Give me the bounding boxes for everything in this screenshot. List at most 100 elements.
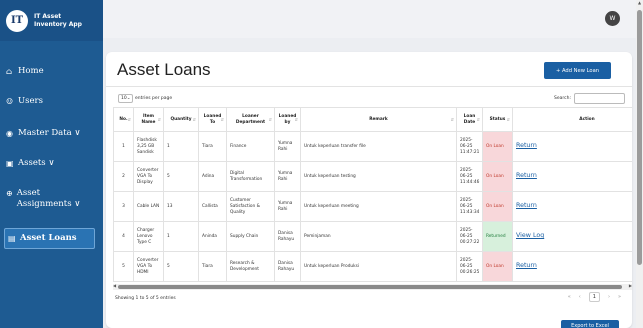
cell-action: Return	[512, 131, 632, 162]
cell-loaned-to: Tiara	[198, 131, 227, 162]
scrollbar-thumb[interactable]	[118, 285, 622, 289]
app-logo: IT	[6, 9, 28, 32]
sidebar-item-label: Home	[18, 66, 44, 76]
home-icon: ⌂	[6, 67, 13, 76]
cell-item-name: Converter VGA To HDMI	[133, 251, 164, 282]
cell-loan-date: 2025-06-25 00:26:25	[456, 251, 483, 282]
table-row: 3 Cable LAN 13 Callista Customer Satisfa…	[113, 191, 632, 222]
cell-item-name: Cable LAN	[133, 191, 164, 222]
assets-icon: ▣	[6, 159, 14, 168]
sort-icon: ⇵	[506, 117, 510, 122]
sidebar-item-asset-assignments[interactable]: ⊕ Asset Assignments ∨	[4, 186, 95, 212]
app-name-line1: IT Asset	[34, 12, 62, 20]
last-page-button[interactable]: »	[618, 294, 621, 300]
add-new-loan-button[interactable]: + Add New Loan	[544, 62, 611, 79]
cell-no: 1	[113, 131, 134, 162]
scrollbar-thumb[interactable]	[637, 10, 642, 265]
database-icon: ◉	[6, 129, 13, 138]
sort-icon: ⇵	[294, 117, 298, 122]
chevron-down-icon: ⌄	[126, 96, 131, 101]
cell-loan-date: 2025-06-25 00:27:22	[456, 221, 483, 252]
app-name-line2: Inventory App	[34, 20, 82, 28]
scroll-right-icon[interactable]: ▶	[629, 283, 632, 288]
column-header-status[interactable]: Status ⇵	[482, 107, 513, 132]
loans-table: No. ⇵ Item Name ⇵ Quantity ⇵ Loaned To ⇵ Loa…	[113, 107, 632, 282]
column-header-item-name[interactable]: Item Name ⇵	[133, 107, 164, 132]
entries-length-control: 10 ⌄ entries per page	[118, 94, 172, 103]
column-header-loaner-department[interactable]: Loaner Department ⇵	[226, 107, 275, 132]
sidebar: IT IT Asset Inventory App ⌂ Home ☺ Users…	[0, 0, 103, 328]
return-link[interactable]: Return	[516, 262, 537, 269]
divider	[106, 86, 632, 87]
cell-loan-date: 2025-06-25 11:43:34	[456, 191, 483, 222]
column-header-quantity[interactable]: Quantity ⇵	[163, 107, 199, 132]
column-header-loaned-to[interactable]: Loaned To ⇵	[198, 107, 227, 132]
cell-action: Return	[512, 191, 632, 222]
status-badge: On Loan	[482, 131, 513, 162]
table-row: 5 Converter VGA To HDMI 5 Tiara Research…	[113, 251, 632, 282]
cell-item-name: Converter VGA To Display	[133, 161, 164, 192]
return-link[interactable]: Return	[516, 172, 537, 179]
table-horizontal-scrollbar[interactable]: ◀ ▶	[113, 283, 632, 290]
cell-loaned-to: Callista	[198, 191, 227, 222]
search-label: Search:	[554, 96, 571, 101]
sort-icon: ⇵	[268, 117, 272, 122]
first-page-button[interactable]: «	[568, 294, 571, 300]
scroll-left-icon[interactable]: ◀	[113, 283, 116, 288]
cell-department: Finance	[226, 131, 275, 162]
table-row: 2 Converter VGA To Display 5 Adina Digit…	[113, 161, 632, 192]
cell-department: Customer Satisfaction & Quality	[226, 191, 275, 222]
status-badge: Returned	[482, 221, 513, 252]
cell-item-name: Charger Lenovo Type C	[133, 221, 164, 252]
status-badge: On Loan	[482, 161, 513, 192]
sidebar-item-label: Users	[18, 96, 43, 106]
pagination: « ‹ 1 › »	[564, 292, 625, 302]
cell-loan-date: 2025-06-25 11:44:46	[456, 161, 483, 192]
cell-no: 3	[113, 191, 134, 222]
table-info: Showing 1 to 5 of 5 entries	[115, 296, 176, 301]
sidebar-item-master-data[interactable]: ◉ Master Data ∨	[4, 126, 95, 141]
export-to-excel-button[interactable]: Export to Excel	[561, 320, 619, 328]
column-header-loaned-by[interactable]: Loaned by ⇵	[274, 107, 301, 132]
cell-loaned-by: Yumna Rahi	[274, 191, 301, 222]
sidebar-item-assets[interactable]: ▣ Assets ∨	[4, 156, 95, 171]
entries-per-page-label: entries per page	[135, 96, 173, 101]
cell-no: 5	[113, 251, 134, 282]
cell-loan-date: 2025-06-25 11:47:21	[456, 131, 483, 162]
brand[interactable]: IT IT Asset Inventory App	[0, 0, 103, 41]
previous-page-button[interactable]: ‹	[579, 294, 581, 300]
next-page-button[interactable]: ›	[608, 294, 610, 300]
cell-department: Supply Chain	[226, 221, 275, 252]
cell-quantity: 1	[163, 221, 199, 252]
sidebar-item-home[interactable]: ⌂ Home	[4, 64, 95, 79]
return-link[interactable]: Return	[516, 142, 537, 149]
column-header-remark[interactable]: Remark ⇵	[300, 107, 457, 132]
cell-item-name: Flashdisk 3,25 GB Sandisk	[133, 131, 164, 162]
entries-per-page-select[interactable]: 10 ⌄	[118, 94, 133, 103]
view-log-link[interactable]: View Log	[516, 232, 544, 239]
cell-action: Return	[512, 161, 632, 192]
column-header-no[interactable]: No. ⇵	[113, 107, 134, 132]
cell-quantity: 5	[163, 161, 199, 192]
cell-department: Research & Development	[226, 251, 275, 282]
column-header-loan-date[interactable]: Loan Date ⇵	[456, 107, 483, 132]
sidebar-item-users[interactable]: ☺ Users	[4, 94, 95, 109]
page-1-button[interactable]: 1	[588, 292, 600, 302]
topbar: W	[103, 0, 636, 38]
sort-icon: ⇵	[450, 117, 454, 122]
page-scrollbar[interactable]: ▲	[636, 0, 643, 328]
table-row: 1 Flashdisk 3,25 GB Sandisk 1 Tiara Fina…	[113, 131, 632, 162]
sidebar-item-asset-loans[interactable]: ▤ Asset Loans	[4, 228, 95, 249]
cell-quantity: 1	[163, 131, 199, 162]
user-avatar[interactable]: W	[605, 11, 620, 26]
search-input[interactable]	[574, 93, 625, 104]
cell-remark: Untuk keperluan Produksi	[300, 251, 457, 282]
scroll-up-icon[interactable]: ▲	[636, 0, 643, 5]
return-link[interactable]: Return	[516, 202, 537, 209]
status-badge: On Loan	[482, 251, 513, 282]
cell-remark: Untuk keperluan transfer file	[300, 131, 457, 162]
cell-loaned-to: Aninda	[198, 221, 227, 252]
cell-department: Digital Transformation	[226, 161, 275, 192]
cell-remark: Untuk keperluan meeting	[300, 191, 457, 222]
sort-icon: ⇵	[476, 117, 480, 122]
